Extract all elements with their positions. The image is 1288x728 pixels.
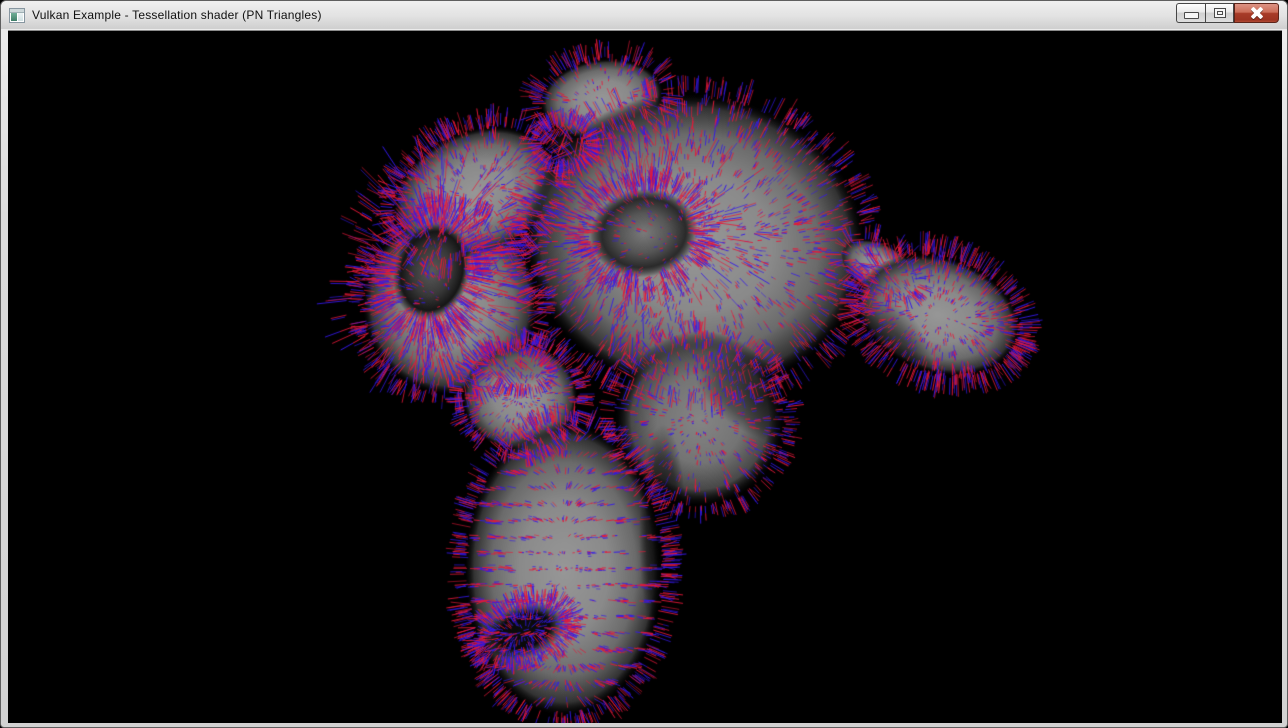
maximize-icon (1214, 8, 1226, 18)
minimize-button[interactable] (1176, 3, 1205, 23)
window-title: Vulkan Example - Tessellation shader (PN… (32, 8, 322, 22)
minimize-icon (1184, 12, 1199, 19)
close-button[interactable] (1234, 3, 1279, 23)
close-icon (1250, 6, 1264, 20)
vulkan-viewport[interactable] (8, 31, 1282, 723)
vulkan-example-window: Vulkan Example - Tessellation shader (PN… (0, 0, 1288, 728)
window-controls (1176, 3, 1279, 23)
maximize-button[interactable] (1205, 3, 1234, 23)
app-icon (9, 8, 25, 23)
render-client-area (8, 30, 1282, 723)
titlebar[interactable]: Vulkan Example - Tessellation shader (PN… (1, 1, 1287, 29)
